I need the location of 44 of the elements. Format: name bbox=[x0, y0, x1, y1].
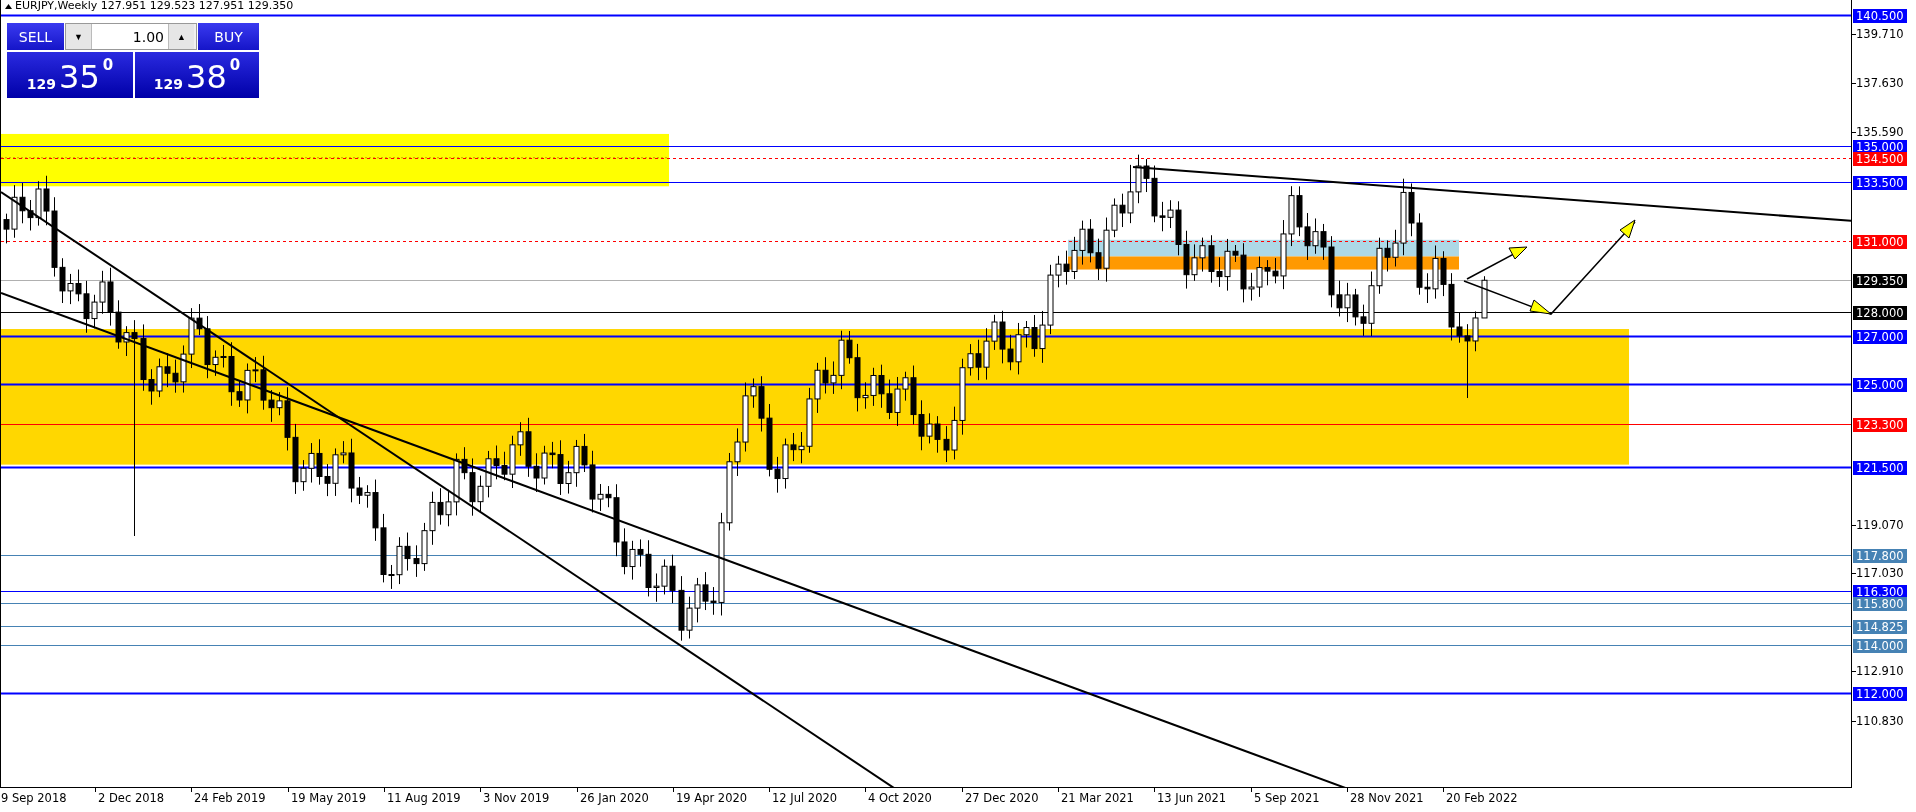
price-level-label: 112.000 bbox=[1853, 686, 1907, 701]
date-label: 9 Sep 2018 bbox=[1, 791, 67, 805]
lot-size-field[interactable]: ▼ 1.00 ▲ bbox=[65, 23, 197, 50]
date-label: 13 Jun 2021 bbox=[1157, 791, 1227, 805]
price-tick-label: 135.590 bbox=[1856, 125, 1904, 139]
date-label: 21 Mar 2021 bbox=[1061, 791, 1134, 805]
date-label: 11 Aug 2019 bbox=[387, 791, 461, 805]
price-tick-label: 110.830 bbox=[1856, 714, 1904, 728]
date-label: 3 Nov 2019 bbox=[483, 791, 550, 805]
price-level-label: 127.000 bbox=[1853, 329, 1907, 344]
price-level-label: 128.000 bbox=[1853, 305, 1907, 320]
price-level-label: 121.500 bbox=[1853, 460, 1907, 475]
date-label: 28 Nov 2021 bbox=[1350, 791, 1424, 805]
date-label: 2 Dec 2018 bbox=[98, 791, 165, 805]
date-label: 19 Apr 2020 bbox=[676, 791, 748, 805]
price-level-label: 114.825 bbox=[1853, 619, 1907, 634]
date-label: 27 Dec 2020 bbox=[965, 791, 1039, 805]
price-level-label: 116.300 bbox=[1853, 584, 1907, 599]
price-tick-label: 119.070 bbox=[1856, 518, 1904, 532]
chart-title: EURJPY,Weekly 127.951 129.523 127.951 129.350 bbox=[15, 0, 294, 12]
date-label: 26 Jan 2020 bbox=[580, 791, 649, 805]
price-tick-label: 139.710 bbox=[1856, 27, 1904, 41]
price-level-label: 123.300 bbox=[1853, 417, 1907, 432]
date-label: 4 Oct 2020 bbox=[868, 791, 932, 805]
sell-button[interactable]: SELL bbox=[7, 23, 64, 50]
date-label: 5 Sep 2021 bbox=[1254, 791, 1320, 805]
date-label: 24 Feb 2019 bbox=[194, 791, 266, 805]
decrease-button[interactable]: ▼ bbox=[66, 24, 91, 49]
price-level-label: 117.800 bbox=[1853, 548, 1907, 563]
price-level-label: 114.000 bbox=[1853, 638, 1907, 653]
date-label: 19 May 2019 bbox=[291, 791, 366, 805]
price-tick-label: 112.910 bbox=[1856, 664, 1904, 678]
buy-button[interactable]: BUY bbox=[198, 23, 259, 50]
date-label: 20 Feb 2022 bbox=[1446, 791, 1518, 805]
date-label: 12 Jul 2020 bbox=[772, 791, 838, 805]
price-level-label: 129.350 bbox=[1853, 273, 1907, 288]
price-level-label: 125.000 bbox=[1853, 377, 1907, 392]
price-tick-label: 117.030 bbox=[1856, 566, 1904, 580]
price-level-label: 131.000 bbox=[1853, 234, 1907, 249]
price-level-label: 140.500 bbox=[1853, 8, 1907, 23]
price-tick-label: 137.630 bbox=[1856, 76, 1904, 90]
price-level-label: 133.500 bbox=[1853, 175, 1907, 190]
price-level-label: 135.000 bbox=[1853, 139, 1907, 154]
increase-button[interactable]: ▲ bbox=[169, 24, 194, 49]
